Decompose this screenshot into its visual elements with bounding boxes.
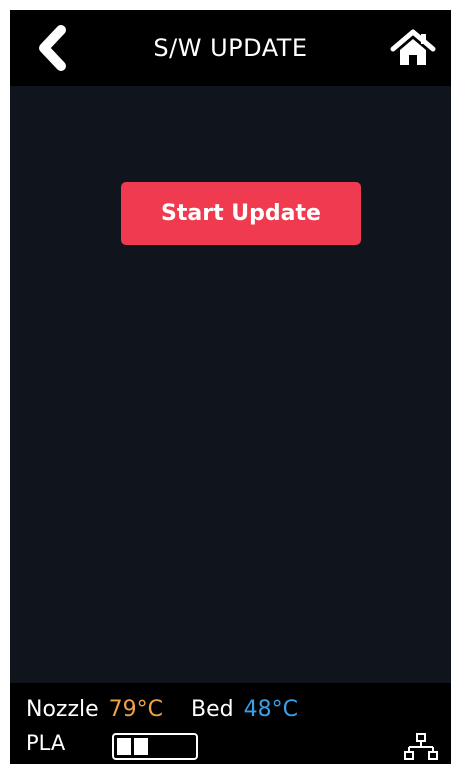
filament-level-fill (117, 738, 148, 755)
home-icon (390, 29, 436, 65)
filament-level-segment (117, 738, 131, 755)
chevron-left-icon (39, 25, 66, 71)
printer-screen: S/W UPDATE Start Update Nozzle 79°C Bed … (10, 10, 451, 764)
home-button[interactable] (385, 20, 441, 76)
start-update-button[interactable]: Start Update (121, 182, 361, 245)
material-label: PLA (26, 731, 66, 755)
nozzle-temp: 79°C (108, 696, 164, 722)
filament-level-gauge (112, 733, 198, 760)
main-content: Start Update (10, 86, 451, 683)
network-icon (404, 733, 438, 760)
temperature-readout: Nozzle 79°C Bed 48°C (26, 693, 298, 725)
bed-label: Bed (191, 696, 234, 722)
header-bar: S/W UPDATE (10, 10, 451, 86)
nozzle-label: Nozzle (26, 696, 99, 722)
status-bar: Nozzle 79°C Bed 48°C PLA (10, 683, 451, 764)
filament-level-segment (134, 738, 148, 755)
back-button[interactable] (26, 22, 78, 74)
page-title: S/W UPDATE (153, 34, 308, 62)
bed-temp: 48°C (243, 696, 298, 722)
